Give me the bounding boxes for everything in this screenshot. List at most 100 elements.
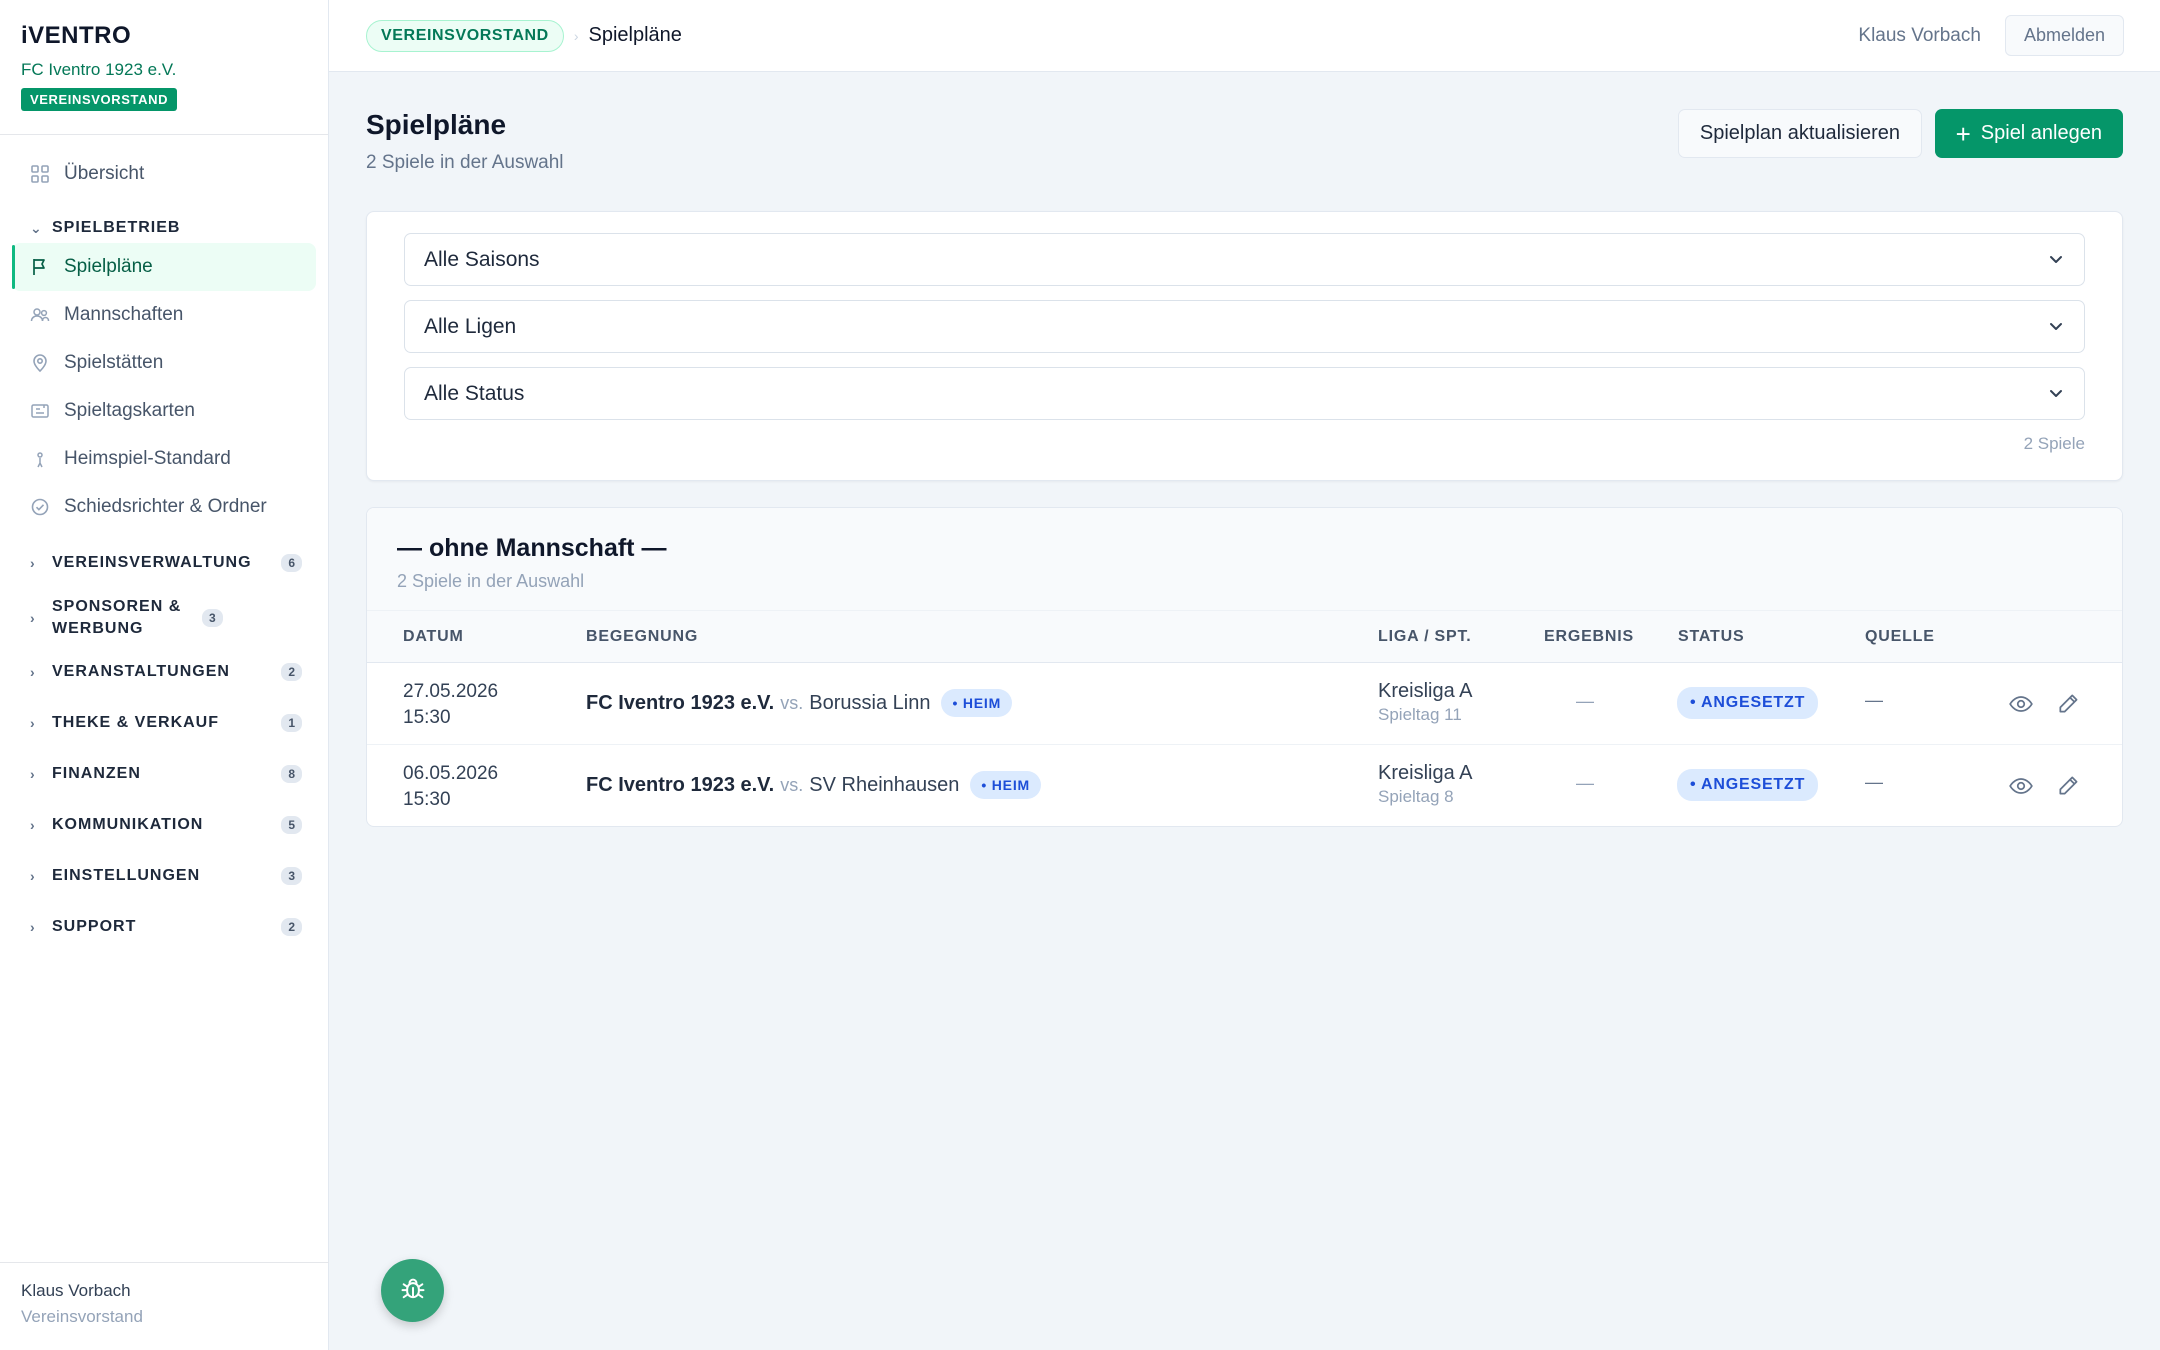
sidebar-item-schiedsrichter[interactable]: Schiedsrichter & Ordner [12, 483, 316, 531]
away-team: Borussia Linn [809, 691, 931, 714]
season-select[interactable]: Alle Saisons [404, 233, 2085, 286]
sidebar-item-label: Heimspiel-Standard [64, 448, 231, 469]
home-team: FC Iventro 1923 e.V. [586, 773, 775, 796]
user-role: Vereinsvorstand [21, 1307, 143, 1326]
group-kommunikation[interactable]: › KOMMUNIKATION 5 [12, 810, 316, 840]
home-badge: • HEIM [941, 689, 1013, 717]
grid-icon [30, 164, 50, 184]
sidebar-item-label: Spielstätten [64, 352, 164, 373]
game-date: 27.05.2026 [403, 681, 499, 702]
add-game-label: Spiel anlegen [1980, 122, 2102, 144]
group-label: SUPPORT [52, 918, 137, 935]
league-select[interactable]: Alle Ligen [404, 300, 2085, 353]
source-cell: — [1865, 772, 1883, 792]
group-header: — ohne Mannschaft — 2 Spiele in der Ausw… [367, 508, 2122, 611]
date-cell: 27.05.2026 15:30 [403, 679, 498, 731]
sidebar-item-spielplaene[interactable]: Spielpläne [12, 243, 316, 291]
person-icon [30, 449, 50, 469]
refresh-schedule-label: Spielplan aktualisieren [1699, 122, 1900, 144]
pencil-icon[interactable] [2056, 772, 2082, 798]
eye-icon[interactable] [2008, 773, 2034, 799]
group-support[interactable]: › SUPPORT 2 [12, 912, 316, 942]
home-team: FC Iventro 1923 e.V. [586, 691, 775, 714]
column-header-source: QUELLE [1865, 628, 1935, 645]
bug-report-button[interactable] [381, 1259, 444, 1322]
result-cell: — [1576, 773, 1594, 793]
pencil-icon[interactable] [2056, 690, 2082, 716]
group-vereinsverwaltung[interactable]: › VEREINSVERWALTUNG 6 [12, 548, 316, 578]
chevron-down-icon: ⌄ [30, 219, 43, 236]
sidebar-item-mannschaften[interactable]: Mannschaften [12, 291, 316, 339]
eye-icon[interactable] [2008, 691, 2034, 717]
sidebar-item-label: Spieltagskarten [64, 400, 195, 421]
game-time: 15:30 [403, 707, 451, 728]
league-name: Kreisliga A [1378, 680, 1473, 702]
group-finanzen[interactable]: › FINANZEN 8 [12, 759, 316, 789]
topbar-user-name: Klaus Vorbach [1858, 24, 1981, 46]
table-header: DATUM BEGEGNUNG LIGA / SPT. ERGEBNIS STA… [367, 611, 2122, 663]
main-content: Spielpläne 2 Spiele in der Auswahl Spiel… [366, 72, 2123, 827]
group-label: THEKE & VERKAUF [52, 714, 220, 731]
group-count-badge: 3 [202, 609, 223, 627]
matchday: Spieltag 11 [1378, 705, 1462, 724]
add-game-button[interactable]: + Spiel anlegen [1934, 109, 2123, 158]
group-count-badge: 2 [281, 663, 302, 681]
table-row[interactable]: 06.05.2026 15:30 FC Iventro 1923 e.V. vs… [367, 745, 2122, 826]
group-label: KOMMUNIKATION [52, 816, 204, 833]
flag-icon [30, 257, 50, 277]
filter-card: Alle Saisons Alle Ligen Alle Status 2 Sp… [366, 211, 2123, 481]
match-cell: FC Iventro 1923 e.V. vs. Borussia Linn •… [586, 689, 1013, 717]
sidebar-item-spieltagskarten[interactable]: Spieltagskarten [12, 387, 316, 435]
sidebar-item-label: Mannschaften [64, 304, 184, 325]
chevron-right-icon: › [30, 868, 36, 884]
plus-icon: + [1955, 118, 1971, 149]
table-row[interactable]: 27.05.2026 15:30 FC Iventro 1923 e.V. vs… [367, 663, 2122, 745]
group-theke[interactable]: › THEKE & VERKAUF 1 [12, 708, 316, 738]
breadcrumb-separator: › [573, 27, 579, 44]
group-count-badge: 1 [281, 714, 302, 732]
sidebar-item-overview[interactable]: Übersicht [12, 150, 316, 198]
group-sponsoren[interactable]: › SPONSOREN & WERBUNG 3 [12, 594, 316, 642]
brand-logo[interactable]: iVENTRO [21, 22, 307, 50]
chevron-down-icon [2050, 323, 2062, 330]
league-select-value: Alle Ligen [424, 314, 517, 338]
page-header: Spielpläne 2 Spiele in der Auswahl Spiel… [366, 72, 2123, 211]
bug-icon [399, 1275, 427, 1306]
chevron-right-icon: › [30, 664, 36, 680]
source-cell: — [1865, 690, 1883, 710]
matchday: Spieltag 8 [1378, 787, 1454, 806]
page-title: Spielpläne [366, 109, 507, 140]
status-select-value: Alle Status [424, 381, 525, 405]
group-einstellungen[interactable]: › EINSTELLUNGEN 3 [12, 861, 316, 891]
breadcrumb-role-badge[interactable]: VEREINSVORSTAND [366, 19, 564, 52]
group-label: SPONSOREN & WERBUNG [52, 598, 182, 637]
chevron-down-icon [2050, 390, 2062, 397]
column-header-match: BEGEGNUNG [586, 628, 699, 645]
role-badge: VEREINSVORSTAND [21, 88, 178, 111]
refresh-schedule-button[interactable]: Spielplan aktualisieren [1677, 109, 1922, 158]
chevron-right-icon: › [30, 610, 36, 626]
league-cell: Kreisliga A Spieltag 11 [1378, 679, 1473, 727]
people-icon [30, 305, 50, 325]
chevron-right-icon: › [30, 817, 36, 833]
group-label: EINSTELLUNGEN [52, 867, 201, 884]
topbar: VEREINSVORSTAND › Spielpläne Klaus Vorba… [329, 0, 2160, 72]
match-cell: FC Iventro 1923 e.V. vs. SV Rheinhausen … [586, 771, 1041, 799]
chevron-right-icon: › [30, 919, 36, 935]
sidebar-item-spielstaetten[interactable]: Spielstätten [12, 339, 316, 387]
game-time: 15:30 [403, 789, 451, 810]
sidebar-user: Klaus Vorbach Vereinsvorstand [0, 1262, 329, 1350]
section-spielbetrieb[interactable]: ⌄ SPIELBETRIEB [12, 213, 316, 243]
check-circle-icon [30, 497, 50, 517]
sidebar-item-heimspiel-standard[interactable]: Heimspiel-Standard [12, 435, 316, 483]
ticket-icon [30, 401, 50, 421]
group-veranstaltungen[interactable]: › VERANSTALTUNGEN 2 [12, 657, 316, 687]
status-select[interactable]: Alle Status [404, 367, 2085, 420]
vs-label: vs. [780, 692, 804, 713]
logout-button[interactable]: Abmelden [2004, 15, 2124, 56]
league-name: Kreisliga A [1378, 762, 1473, 784]
section-label: SPIELBETRIEB [52, 219, 181, 236]
group-count-badge: 5 [281, 816, 302, 834]
chevron-right-icon: › [30, 555, 36, 571]
home-badge: • HEIM [970, 771, 1041, 799]
